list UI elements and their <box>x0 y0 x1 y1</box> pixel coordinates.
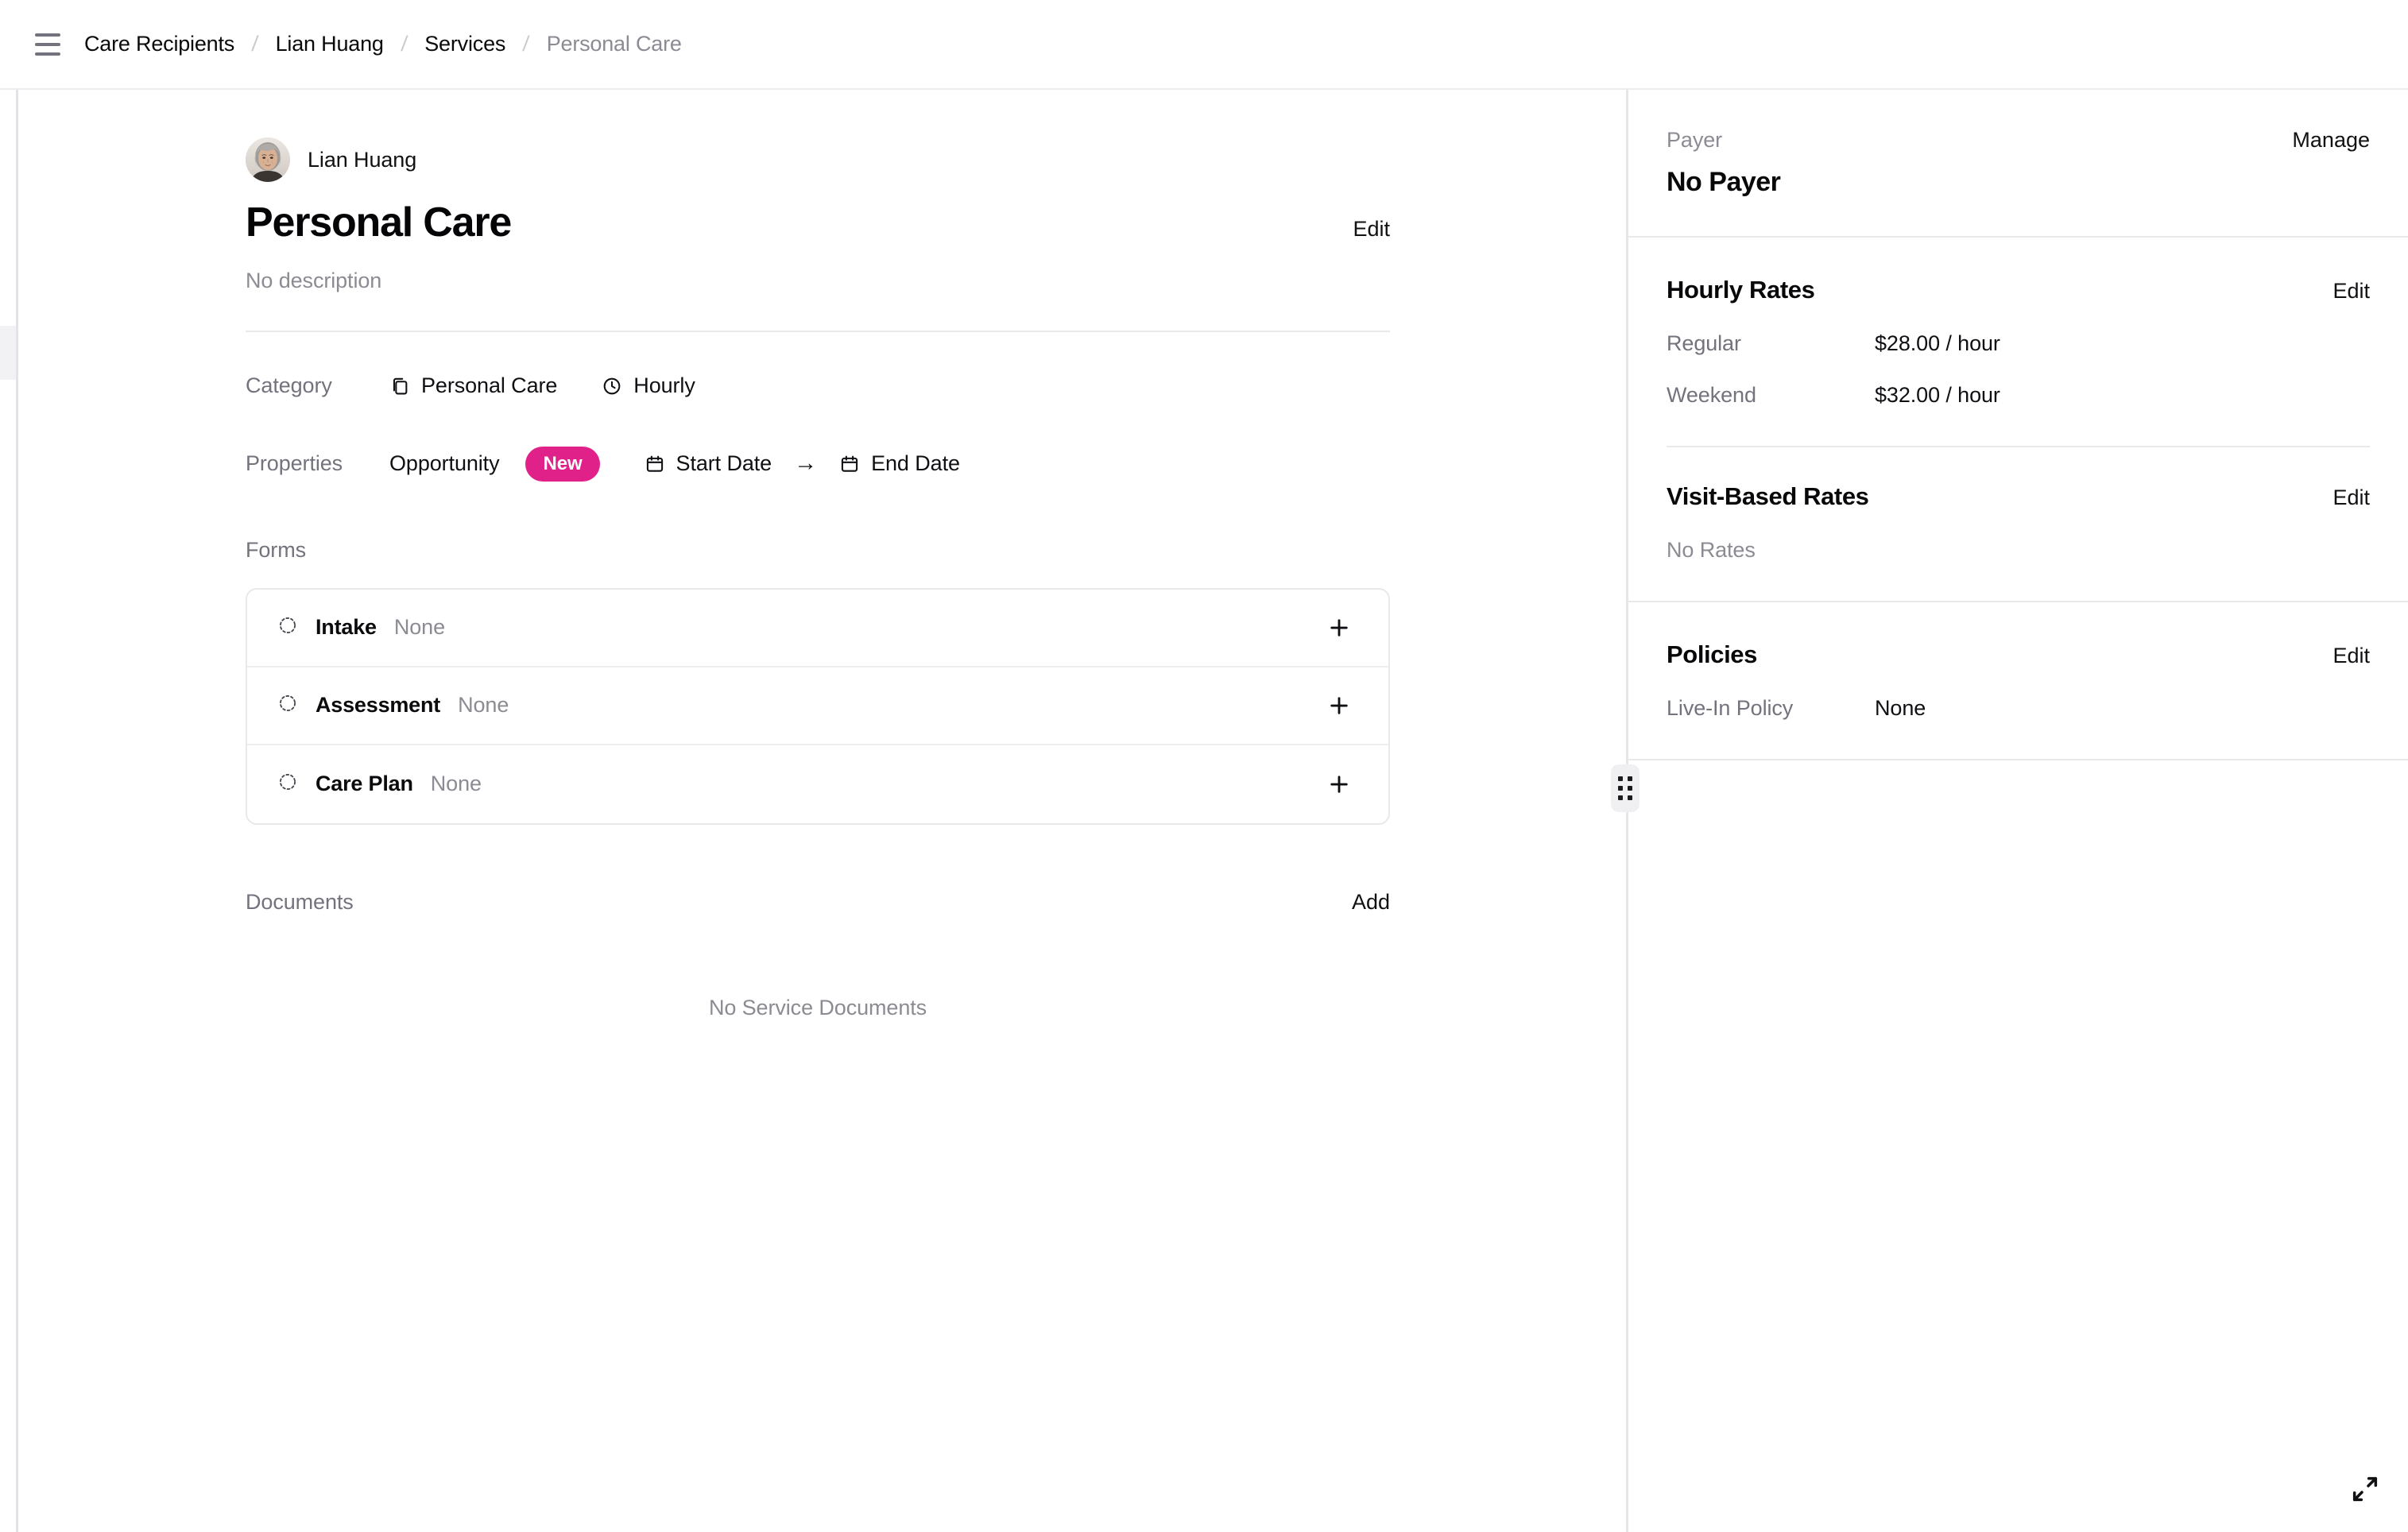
panel-resize-handle[interactable] <box>1611 764 1640 812</box>
form-row-intake[interactable]: Intake None <box>247 590 1388 667</box>
breadcrumb-item-services[interactable]: Services <box>424 32 505 56</box>
rate-value: $28.00 / hour <box>1875 331 2000 355</box>
policies-title: Policies <box>1667 640 1757 668</box>
policies-section: Policies Edit Live-In Policy None <box>1628 602 2408 760</box>
expand-diagonal-icon[interactable] <box>2340 1464 2391 1515</box>
payer-section: Payer Manage No Payer <box>1628 90 2408 238</box>
date-range-arrow-icon: → <box>794 451 818 477</box>
policy-value: None <box>1875 696 1926 720</box>
form-row-assessment[interactable]: Assessment None <box>247 667 1388 745</box>
status-badge[interactable]: New <box>525 446 600 482</box>
edit-policies-button[interactable]: Edit <box>2333 644 2370 668</box>
copy-icon <box>389 376 410 397</box>
clock-icon <box>602 376 622 397</box>
hamburger-menu-icon[interactable] <box>29 25 67 64</box>
form-name: Assessment <box>316 693 441 718</box>
rate-key: Regular <box>1667 331 1741 355</box>
category-label: Category <box>246 373 332 398</box>
start-date-text: Start Date <box>676 451 772 476</box>
opportunity-property[interactable]: Opportunity New <box>389 446 600 482</box>
form-value: None <box>393 615 445 640</box>
rates-section: Hourly Rates Edit Regular $28.00 / hour … <box>1628 238 2408 602</box>
breadcrumb-item-lian-huang[interactable]: Lian Huang <box>276 32 384 56</box>
forms-section: Forms Intake None Assessment None Care P… <box>246 538 1626 825</box>
care-recipient-name: Lian Huang <box>308 147 417 172</box>
payer-value: No Payer <box>1667 167 1781 197</box>
form-name: Care Plan <box>316 772 413 796</box>
visit-based-rates-empty: No Rates <box>1667 538 1756 562</box>
properties-row: Properties Opportunity New Start Date → <box>246 440 1626 488</box>
category-value[interactable]: Personal Care <box>389 373 557 398</box>
payer-label: Payer <box>1667 128 1723 152</box>
form-row-care-plan[interactable]: Care Plan None <box>247 745 1388 823</box>
dotted-circle-icon <box>277 772 298 796</box>
breadcrumb-separator: / <box>400 32 408 56</box>
hamburger-line <box>35 33 60 37</box>
form-name: Intake <box>316 615 377 640</box>
edit-service-button[interactable]: Edit <box>1353 217 1390 245</box>
edit-visit-based-rates-button[interactable]: Edit <box>2333 486 2370 510</box>
breadcrumb: Care Recipients / Lian Huang / Services … <box>84 32 682 56</box>
breadcrumb-item-current: Personal Care <box>546 32 682 56</box>
breadcrumb-item-care-recipients[interactable]: Care Recipients <box>84 32 234 56</box>
add-intake-form-button[interactable] <box>1318 607 1360 648</box>
add-care-plan-form-button[interactable] <box>1318 764 1360 805</box>
start-date-field[interactable]: Start Date <box>645 451 772 476</box>
rate-value: $32.00 / hour <box>1875 383 2000 407</box>
dotted-circle-icon <box>277 615 298 640</box>
add-document-button[interactable]: Add <box>1352 890 1390 915</box>
panel-filler <box>1628 760 2408 837</box>
billing-type-text: Hourly <box>633 373 695 398</box>
hamburger-line <box>35 42 60 46</box>
divider <box>246 330 1390 332</box>
edit-hourly-rates-button[interactable]: Edit <box>2333 279 2370 304</box>
service-description: No description <box>246 268 382 292</box>
dotted-circle-icon <box>277 693 298 718</box>
hourly-rates-title: Hourly Rates <box>1667 276 1815 304</box>
end-date-field[interactable]: End Date <box>839 451 960 476</box>
calendar-icon <box>839 454 860 474</box>
main-content: Lian Huang Personal Care Edit No descrip… <box>21 90 1626 1532</box>
billing-type[interactable]: Hourly <box>602 373 695 398</box>
hourly-rate-row-regular: Regular $28.00 / hour <box>1667 331 2370 356</box>
left-rail <box>0 90 18 1532</box>
calendar-icon <box>645 454 665 474</box>
breadcrumb-separator: / <box>250 32 260 56</box>
policy-key: Live-In Policy <box>1667 696 1794 720</box>
forms-card: Intake None Assessment None Care Plan No… <box>246 587 1390 825</box>
add-assessment-form-button[interactable] <box>1318 685 1360 726</box>
documents-empty-state: No Service Documents <box>708 995 927 1019</box>
hourly-rate-row-weekend: Weekend $32.00 / hour <box>1667 383 2370 408</box>
properties-label: Properties <box>246 451 343 476</box>
forms-label: Forms <box>246 537 306 562</box>
form-value: None <box>458 693 509 718</box>
category-row: Category Personal Care Hourly <box>246 362 1626 410</box>
form-value: None <box>430 772 482 796</box>
category-value-text: Personal Care <box>421 373 558 398</box>
policy-row-live-in: Live-In Policy None <box>1667 696 2370 721</box>
divider <box>1667 446 2370 447</box>
app-root: Care Recipients / Lian Huang / Services … <box>0 0 2408 1532</box>
title-row: Personal Care Edit <box>246 201 1390 245</box>
opportunity-label: Opportunity <box>389 451 500 476</box>
drag-dots-icon <box>1618 776 1632 800</box>
manage-payer-button[interactable]: Manage <box>2292 128 2370 153</box>
end-date-text: End Date <box>871 451 960 476</box>
page-title: Personal Care <box>246 199 512 246</box>
care-recipient-header[interactable]: Lian Huang <box>246 137 1626 182</box>
documents-label: Documents <box>246 889 354 914</box>
rate-key: Weekend <box>1667 383 1756 407</box>
details-side-panel: Payer Manage No Payer Hourly Rates Edit … <box>1611 90 2408 1532</box>
avatar <box>246 137 290 182</box>
breadcrumb-bar: Care Recipients / Lian Huang / Services … <box>0 0 2408 90</box>
breadcrumb-separator: / <box>521 32 531 56</box>
left-rail-toggle-tab[interactable] <box>0 326 16 380</box>
hamburger-line <box>35 52 60 56</box>
visit-based-rates-title: Visit-Based Rates <box>1667 482 1869 510</box>
documents-section: Documents Add No Service Documents <box>246 890 1626 1020</box>
